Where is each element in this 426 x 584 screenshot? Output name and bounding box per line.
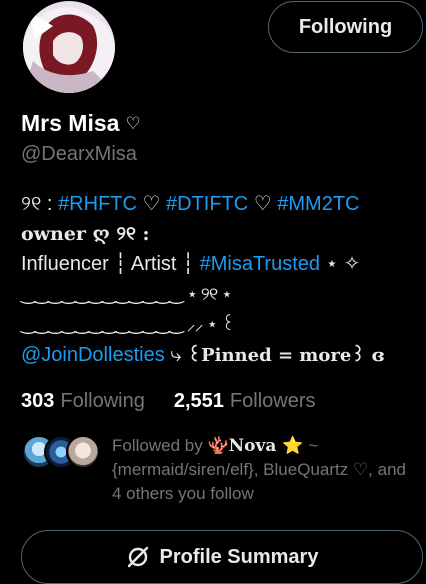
followed-by-avatars[interactable] (22, 435, 102, 471)
heart-icon: ♡ (125, 113, 141, 133)
bio-line-3: Influencer ┆ Artist ┆ #MisaTrusted ⋆ ✧ (21, 253, 361, 275)
name-row: Mrs Misa ♡ (21, 110, 141, 137)
profile-avatar[interactable] (20, 0, 118, 96)
grok-icon (127, 546, 148, 568)
followed-by-text[interactable]: Followed by 🪸Nova ⭐ ~ {mermaid/siren/elf… (112, 434, 417, 506)
profile-stats: 303 Following 2,551 Followers (21, 390, 345, 413)
profile-handle: @DearxMisa (21, 143, 137, 165)
hashtag-mm2tc[interactable]: #MM2TC (277, 193, 359, 215)
avatar-image (23, 1, 115, 93)
bio-line-2: owner ღ ୨୧ : (21, 223, 150, 245)
profile-summary-button[interactable]: Profile Summary (21, 530, 423, 584)
hashtag-dtiftc[interactable]: #DTIFTC (166, 193, 248, 215)
hashtag-rhftc[interactable]: #RHFTC (58, 193, 137, 215)
following-stat[interactable]: 303 Following (21, 390, 145, 413)
mention-joindollesties[interactable]: @JoinDollesties (21, 344, 165, 366)
following-button[interactable]: Following (268, 1, 423, 53)
bio-line-6: @JoinDollesties ⤷ ꒰Pinned = more꒱ ɞ (21, 344, 385, 366)
followers-stat[interactable]: 2,551 Followers (174, 390, 316, 413)
hashtag-misatrusted[interactable]: #MisaTrusted (200, 253, 320, 275)
display-name: Mrs Misa (21, 110, 120, 136)
follower-nova: 🪸Nova ⭐ (207, 436, 304, 456)
bio-line-5: ‿‿‿‿‿‿‿‿‿‿‿‿ ⸝⸝ ⋆ ꒰ (21, 314, 235, 334)
avatar (66, 435, 100, 469)
bio-line-1: ୨୧ : #RHFTC ♡ #DTIFTC ♡ #MM2TC (21, 193, 360, 215)
bio-line-4: ‿‿‿‿‿‿‿‿‿‿‿‿ ⋆ ୨୧ ⋆ (21, 284, 232, 304)
